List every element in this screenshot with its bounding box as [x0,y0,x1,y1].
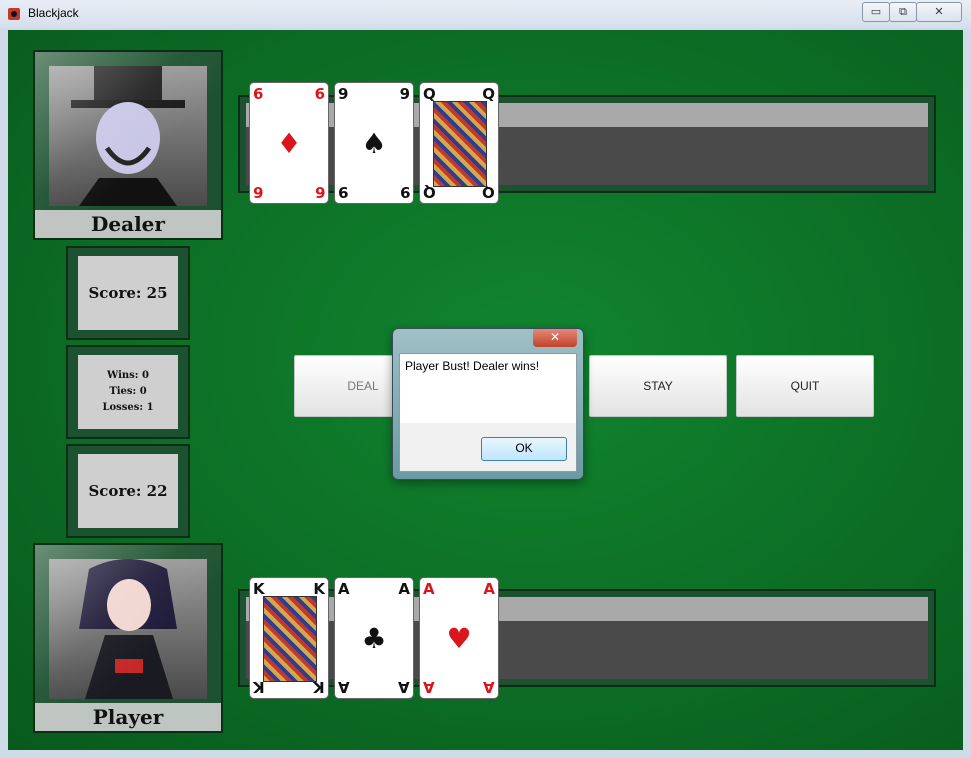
player-avatar: Player [33,543,223,733]
card-rank: K [313,580,325,598]
dealer-avatar: Dealer [33,50,223,240]
card-rank: K [253,580,265,598]
player-name-label: Player [35,703,221,731]
stay-button[interactable]: STAY [589,355,727,417]
card-rank: Q [482,183,495,201]
player-card-2: A A A A ♣ [334,577,414,699]
player-score-box: Score: 22 [66,444,190,538]
window-title: Blackjack [28,6,79,20]
card-rank: Q [423,183,436,201]
close-icon: ✕ [934,5,944,18]
blackjack-app-icon [8,8,20,20]
card-rank: Q [423,85,436,103]
heart-icon: ♥ [446,621,472,655]
player-card-1: K K K K [249,577,329,699]
close-button[interactable]: ✕ [916,2,962,22]
wins-count: Wins: 0 [107,370,149,381]
dealer-card-2: 9 9 9 9 ♠ [334,82,414,204]
card-rank: Q [482,85,495,103]
losses-count: Losses: 1 [102,402,154,413]
result-dialog: ✕ Player Bust! Dealer wins! OK [392,328,584,480]
club-icon: ♣ [361,621,387,655]
queen-face-icon [433,101,487,187]
minimize-icon: ▭ [870,5,882,18]
player-card-3: A A A A ♥ [419,577,499,699]
player-score: Score: 22 [88,482,168,500]
maximize-icon: ⧉ [899,5,907,18]
quit-button[interactable]: QUIT [736,355,874,417]
ties-count: Ties: 0 [109,386,147,397]
king-face-icon [263,596,317,682]
dealer-score-box: Score: 25 [66,246,190,340]
dealer-name-label: Dealer [35,210,221,238]
card-rank: K [313,678,325,696]
maximize-button[interactable]: ⧉ [889,2,917,22]
close-icon: ✕ [549,330,561,344]
title-bar: Blackjack ▭ ⧉ ✕ [0,0,971,29]
dealer-card-1: 6 6 6 6 ♦ [249,82,329,204]
dealer-score: Score: 25 [88,284,168,302]
dialog-close-button[interactable]: ✕ [533,329,577,347]
card-rank: K [253,678,265,696]
dealer-card-3: Q Q Q Q [419,82,499,204]
dialog-message: Player Bust! Dealer wins! [405,359,540,373]
ok-button[interactable]: OK [481,437,567,461]
record-box: Wins: 0 Ties: 0 Losses: 1 [66,345,190,439]
minimize-button[interactable]: ▭ [862,2,890,22]
spade-icon: ♠ [361,126,387,160]
diamond-icon: ♦ [276,126,302,160]
